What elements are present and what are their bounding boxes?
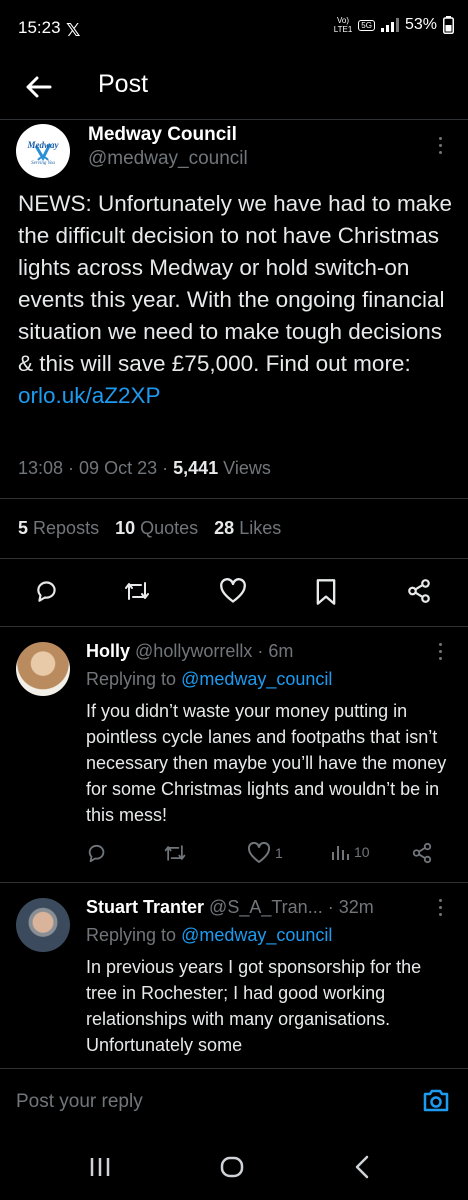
actions-divider [0,626,468,627]
reply-timestamp: 32m [338,897,374,917]
meta-divider [0,498,468,499]
signal-icon [380,18,399,32]
back-arrow-icon[interactable] [22,70,56,104]
x-logo-icon: 𝕏 [66,20,81,40]
share-icon [412,842,432,864]
like-button[interactable] [219,578,247,604]
top-app-bar: Post [0,60,468,116]
reply-text: In previous years I got sponsorship for … [86,957,422,1055]
reply-divider [0,882,468,883]
holly-avatar[interactable] [16,642,70,696]
reply-like-button[interactable]: 1 [247,842,283,864]
battery-percent: 53% [404,16,437,33]
header-divider [0,119,468,120]
reply-views-button[interactable]: 10 [330,842,370,862]
network-type-badge: 5G [358,19,375,31]
medway-council-avatar[interactable]: Medway Serving You [16,124,70,178]
views-label: Views [223,458,271,478]
status-icons: Vo) LTE1 5G 53% [334,16,454,34]
recent-apps-icon[interactable] [88,1156,112,1178]
post-stats: 5 Reposts 10 Quotes 28 Likes [18,518,281,539]
reply-icon [88,844,105,863]
reply-header: Holly @hollyworrellx · 6m [86,641,294,661]
reply-like-count: 1 [275,845,283,861]
post-time: 13:08 [18,458,64,478]
reply-icon [37,581,56,602]
reply-more-icon[interactable] [437,643,443,661]
reply-text: If you didn’t waste your money putting i… [86,701,447,825]
medway-logo-icon: Medway Serving You [27,140,60,166]
system-nav-bar [0,1134,468,1200]
post-meta: 13:08 · 09 Oct 23 · 5,441 Views [18,458,271,478]
post-body: NEWS: Unfortunately we have had to make … [18,188,458,412]
post-action-bar [0,578,468,608]
replying-to: Replying to @medway_council [86,925,332,946]
repost-icon [125,582,149,600]
reply-author-handle[interactable]: @S_A_Tran... [209,897,323,917]
reply-header: Stuart Tranter @S_A_Tran... · 32m [86,897,374,917]
more-options-icon[interactable] [437,137,443,155]
reply-action-bar: 1 10 [0,842,468,868]
post-link[interactable]: orlo.uk/aZ2XP [18,383,161,408]
author-name[interactable]: Medway Council [88,124,237,146]
author-handle[interactable]: @medway_council [88,148,248,170]
reply-author-handle[interactable]: @hollyworrellx [135,641,252,661]
heart-icon [220,578,246,603]
quotes-stat[interactable]: 10 Quotes [115,518,198,539]
repost-button[interactable] [123,578,151,604]
replying-to-label: Replying to [86,925,177,945]
replying-to-label: Replying to [86,669,177,689]
replying-to: Replying to @medway_council [86,669,332,690]
reply-share-button[interactable] [411,842,433,864]
status-bar: 15:23 𝕏 Vo) LTE1 5G 53% [0,0,468,56]
logo-tagline: Serving You [31,161,55,166]
reply-reply-button[interactable] [86,842,108,864]
bookmark-icon [316,579,336,605]
post-views-count: 5,441 [173,458,219,478]
reply-views-count: 10 [354,844,370,860]
volte-indicator: Vo) LTE1 [333,16,353,34]
reposts-stat[interactable]: 5 Reposts [18,518,99,539]
replying-to-handle[interactable]: @medway_council [181,669,332,689]
post-text: NEWS: Unfortunately we have had to make … [18,191,452,376]
reply-compose-bar: Post your reply [0,1068,468,1134]
logo-wordmark: Medway [27,140,60,150]
share-icon [408,579,430,603]
back-nav-icon[interactable] [352,1155,372,1179]
home-icon[interactable] [220,1155,244,1179]
repost-icon [164,845,186,861]
reply-more-icon[interactable] [437,899,443,917]
status-time: 15:23 [18,18,61,37]
post-date: 09 Oct 23 [79,458,158,478]
heart-icon [247,842,271,863]
reply-repost-button[interactable] [163,842,187,864]
stats-divider [0,558,468,559]
battery-icon [443,16,454,34]
reply-input[interactable]: Post your reply [16,1091,143,1113]
reply-timestamp: 6m [268,641,294,661]
reply-button[interactable] [34,578,60,604]
share-button[interactable] [406,578,432,604]
analytics-icon [332,846,349,860]
replying-to-handle[interactable]: @medway_council [181,925,332,945]
likes-stat[interactable]: 28 Likes [214,518,281,539]
stuart-avatar[interactable] [16,898,70,952]
bookmark-button[interactable] [314,578,338,606]
camera-icon[interactable] [422,1087,450,1113]
reply-author-name[interactable]: Stuart Tranter [86,897,204,917]
page-title: Post [98,70,149,98]
reply-author-name[interactable]: Holly [86,641,130,661]
